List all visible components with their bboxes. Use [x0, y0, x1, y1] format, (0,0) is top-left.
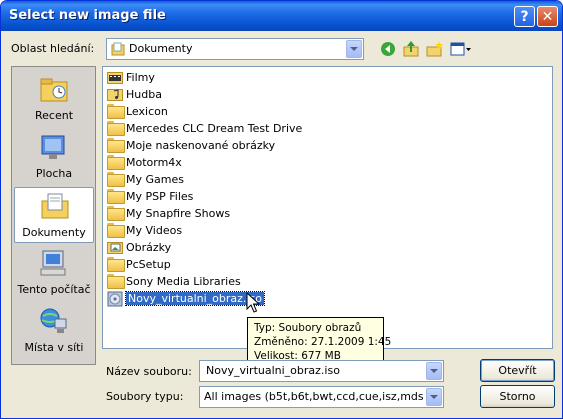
place-desktop[interactable]: Plocha [14, 129, 94, 185]
list-item[interactable]: Filmy [107, 69, 155, 85]
open-button[interactable]: Otevřít [480, 359, 555, 382]
file-name: Motorm4x [126, 155, 182, 169]
filetype-select[interactable]: All images (b5t,b6t,bwt,ccd,cue,isz,mds,… [199, 386, 444, 408]
place-network[interactable]: Místa v síti [14, 303, 94, 359]
list-item[interactable]: Hudba [107, 86, 162, 102]
disc-image-icon [107, 291, 123, 307]
filetype-label: Soubory typu: [106, 390, 184, 403]
place-label: Místa v síti [24, 341, 84, 354]
list-item[interactable]: My Snapfire Shows [107, 205, 230, 221]
up-folder-icon[interactable] [401, 39, 421, 59]
place-documents[interactable]: Dokumenty [14, 187, 94, 243]
file-name: My Videos [126, 223, 183, 237]
mouse-cursor-icon [246, 291, 261, 317]
new-folder-icon[interactable] [424, 39, 444, 59]
file-name: Sony Media Libraries [126, 274, 241, 288]
folder-icon [107, 189, 123, 203]
cancel-button[interactable]: Storno [480, 385, 555, 408]
file-name: PcSetup [126, 257, 171, 271]
list-item[interactable]: Lexicon [107, 103, 168, 119]
file-name: Novy_virtualni_obraz.iso [125, 290, 265, 306]
network-icon [39, 307, 69, 335]
file-name: My Games [126, 172, 184, 186]
back-icon[interactable] [378, 39, 398, 59]
place-computer[interactable]: Tento počítač [14, 245, 94, 301]
filename-field[interactable]: Novy_virtualni_obraz.iso [199, 360, 444, 382]
folder-icon [107, 206, 123, 220]
file-name: My Snapfire Shows [126, 206, 231, 220]
list-item[interactable]: Motorm4x [107, 154, 182, 170]
place-label: Dokumenty [22, 226, 86, 239]
list-item[interactable]: My Videos [107, 222, 182, 238]
places-bar: Recent Plocha Dokumenty Tento počítač Mí… [11, 66, 96, 365]
folder-icon [107, 223, 123, 237]
documents-icon [40, 192, 70, 220]
window-title: Select new image file [9, 8, 166, 23]
list-item-selected[interactable]: Novy_virtualni_obraz.iso [107, 290, 265, 307]
file-name: Mercedes CLC Dream Test Drive [126, 121, 303, 135]
list-item[interactable]: Sony Media Libraries [107, 273, 241, 289]
filename-value: Novy_virtualni_obraz.iso [206, 364, 340, 377]
file-name: Lexicon [126, 104, 168, 118]
file-name: My PSP Files [126, 189, 194, 203]
recent-icon [39, 75, 69, 103]
place-label: Plocha [35, 167, 73, 180]
file-list[interactable]: Filmy Hudba Lexicon Mercedes CLC Dream T… [102, 66, 553, 349]
folder-icon [107, 104, 123, 118]
file-tooltip: Typ: Soubory obrazů Změněno: 27.1.2009 1… [247, 317, 392, 364]
list-item[interactable]: Moje naskenované obrázky [107, 137, 275, 153]
chevron-down-icon[interactable] [346, 40, 362, 58]
title-bar[interactable]: Select new image file ? ✕ [1, 1, 562, 31]
close-button[interactable]: ✕ [537, 6, 558, 27]
place-label: Recent [34, 109, 74, 122]
help-button[interactable]: ? [514, 6, 535, 27]
list-item[interactable]: Obrázky [107, 239, 171, 255]
list-item[interactable]: My PSP Files [107, 188, 193, 204]
film-folder-icon [107, 70, 123, 84]
lookin-value: Dokumenty [129, 42, 193, 55]
file-name: Filmy [126, 70, 155, 84]
tooltip-type: Typ: Soubory obrazů [254, 322, 362, 334]
documents-folder-icon [111, 42, 125, 59]
view-menu-icon[interactable] [449, 39, 473, 59]
computer-icon [39, 249, 69, 277]
music-folder-icon [107, 87, 123, 101]
file-name: Moje naskenované obrázky [126, 138, 276, 152]
folder-icon [107, 257, 123, 271]
list-item[interactable]: Mercedes CLC Dream Test Drive [107, 120, 302, 136]
filename-label: Název souboru: [106, 365, 192, 378]
list-item[interactable]: My Games [107, 171, 184, 187]
file-name: Hudba [126, 87, 162, 101]
folder-icon [107, 138, 123, 152]
folder-icon [107, 121, 123, 135]
place-recent[interactable]: Recent [14, 71, 94, 127]
folder-icon [107, 274, 123, 288]
lookin-dropdown[interactable]: Dokumenty [106, 38, 364, 60]
filetype-value: All images (b5t,b6t,bwt,ccd,cue,isz,mds,… [204, 390, 423, 403]
folder-icon [107, 172, 123, 186]
file-dialog: Select new image file ? ✕ Oblast hledání… [0, 0, 563, 419]
lookin-label: Oblast hledání: [11, 42, 95, 55]
pictures-folder-icon [107, 240, 123, 254]
folder-icon [107, 155, 123, 169]
chevron-down-icon[interactable] [426, 388, 442, 406]
file-name: Obrázky [126, 240, 172, 254]
chevron-down-icon[interactable] [426, 362, 442, 380]
list-item[interactable]: PcSetup [107, 256, 171, 272]
desktop-icon [39, 133, 69, 161]
tooltip-modified: Změněno: 27.1.2009 1:45 [254, 336, 392, 348]
place-label: Tento počítač [17, 283, 91, 296]
